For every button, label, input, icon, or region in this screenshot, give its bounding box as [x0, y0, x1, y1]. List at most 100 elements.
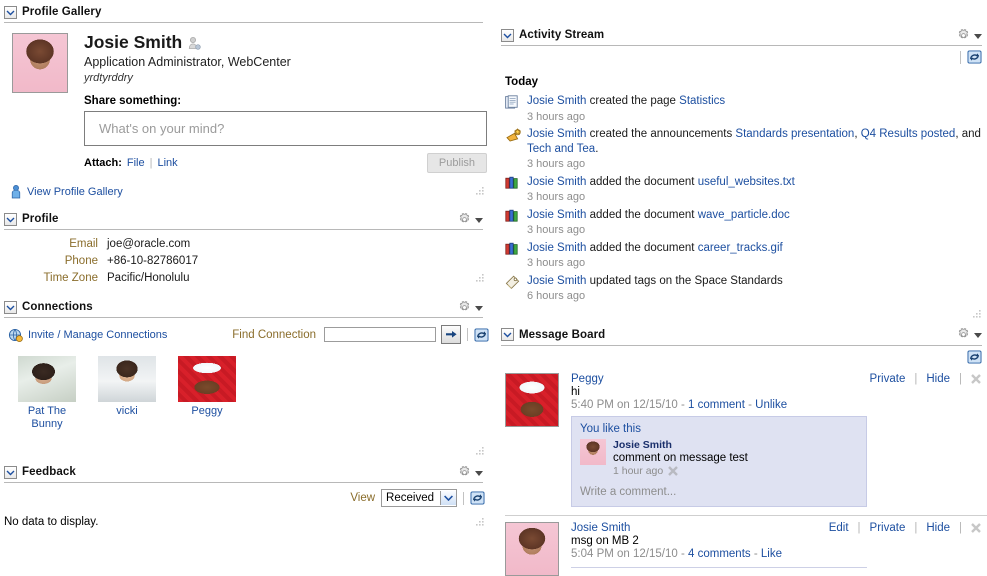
message-edit-link[interactable]: Edit: [829, 522, 849, 534]
publish-button[interactable]: Publish: [426, 153, 487, 174]
activity-object-link[interactable]: wave_particle.doc: [698, 209, 790, 221]
refresh-icon[interactable]: [474, 328, 489, 342]
activity-actor-link[interactable]: Josie Smith: [527, 242, 586, 254]
chevron-down-icon[interactable]: [475, 217, 483, 223]
connection-thumbnail[interactable]: [178, 356, 236, 403]
avatar[interactable]: [580, 438, 606, 465]
resize-grip[interactable]: [970, 309, 982, 320]
connection-name[interactable]: Peggy: [178, 405, 236, 418]
collapse-toggle-connections[interactable]: [4, 300, 17, 314]
activity-time: 3 hours ago: [527, 191, 586, 203]
attach-link-link[interactable]: Link: [157, 157, 177, 169]
invite-manage-connections-link[interactable]: Invite / Manage Connections: [28, 329, 167, 341]
message-private-link[interactable]: Private: [870, 522, 906, 534]
activity-object-link[interactable]: Statistics: [679, 95, 725, 107]
message-author[interactable]: Josie Smith: [571, 522, 782, 534]
message-hide-link[interactable]: Hide: [926, 373, 950, 385]
collapse-toggle-activity-stream[interactable]: [501, 28, 514, 42]
activity-object-link[interactable]: Q4 Results posted: [861, 128, 956, 140]
gear-icon[interactable]: [458, 212, 471, 226]
connection-name[interactable]: vicki: [98, 405, 156, 418]
refresh-icon[interactable]: [470, 491, 485, 505]
activity-text: Josie Smith created the announcements St…: [523, 127, 987, 172]
feedback-view-select[interactable]: Received: [381, 489, 457, 508]
message-hide-link[interactable]: Hide: [926, 522, 950, 534]
close-icon[interactable]: [668, 465, 679, 476]
connection-thumbnail[interactable]: [98, 356, 156, 403]
share-placeholder: What's on your mind?: [99, 121, 225, 137]
gear-icon[interactable]: [458, 300, 471, 314]
view-profile-gallery-link[interactable]: View Profile Gallery: [27, 186, 123, 198]
activity-actor-link[interactable]: Josie Smith: [527, 209, 586, 221]
announcement-icon: [505, 127, 523, 172]
activity-text: Josie Smith added the document career_tr…: [523, 241, 783, 271]
close-icon[interactable]: [971, 522, 981, 533]
gear-icon[interactable]: [458, 465, 471, 479]
activity-object-link[interactable]: Standards presentation: [735, 128, 854, 140]
chevron-down-icon[interactable]: [974, 33, 982, 39]
message-comments-link[interactable]: 1 comment: [688, 399, 745, 411]
message-private-link[interactable]: Private: [870, 373, 906, 385]
message-author[interactable]: Peggy: [571, 373, 787, 385]
divider: |: [959, 372, 962, 385]
resize-grip[interactable]: [473, 274, 485, 284]
section-title-feedback: Feedback: [22, 466, 76, 479]
activity-actor-link[interactable]: Josie Smith: [527, 95, 586, 107]
connection-name[interactable]: Pat The Bunny: [18, 405, 76, 431]
refresh-icon[interactable]: [967, 349, 982, 364]
list-item: Josie Smith added the document wave_part…: [505, 205, 987, 238]
attach-file-link[interactable]: File: [127, 157, 145, 169]
activity-object-link[interactable]: Tech and Tea: [527, 143, 595, 155]
activity-text-before: added the document: [586, 208, 698, 221]
feedback-view-value: Received: [386, 492, 434, 505]
invite-manage-connections[interactable]: Invite / Manage Connections: [8, 328, 167, 342]
message-like-link[interactable]: Unlike: [755, 399, 787, 411]
avatar[interactable]: [505, 521, 559, 576]
presence-icon[interactable]: [188, 36, 201, 50]
section-actions-connections: [458, 300, 483, 314]
share-input[interactable]: What's on your mind?: [84, 111, 487, 147]
find-connection-input[interactable]: [324, 327, 436, 343]
collapse-toggle-feedback[interactable]: [4, 465, 17, 479]
list-item[interactable]: vicki: [98, 356, 156, 431]
activity-actor-link[interactable]: Josie Smith: [527, 176, 586, 188]
section-title-activity-stream: Activity Stream: [519, 29, 605, 41]
chevron-down-icon[interactable]: [974, 333, 982, 338]
activity-text: Josie Smith created the page Statistics …: [523, 94, 725, 124]
close-icon[interactable]: [971, 373, 981, 384]
activity-time: 3 hours ago: [527, 110, 586, 123]
collapse-toggle-profile[interactable]: [4, 212, 17, 226]
gear-icon[interactable]: [957, 328, 970, 341]
activity-actor-link[interactable]: Josie Smith: [527, 128, 586, 140]
activity-object-link[interactable]: career_tracks.gif: [698, 242, 783, 254]
refresh-icon[interactable]: [967, 50, 982, 64]
comment-author[interactable]: Josie Smith: [613, 439, 748, 451]
list-item[interactable]: Peggy: [178, 356, 236, 431]
connection-thumbnail[interactable]: [18, 356, 76, 403]
resize-grip[interactable]: [473, 518, 485, 528]
write-comment-input[interactable]: Write a comment...: [580, 486, 858, 498]
activity-object-link[interactable]: useful_websites.txt: [698, 176, 795, 188]
activity-text: Josie Smith added the document useful_we…: [523, 175, 795, 205]
resize-grip[interactable]: [473, 187, 485, 197]
document-icon: [505, 208, 523, 238]
collapse-toggle-profile-gallery[interactable]: [4, 5, 17, 19]
chevron-down-icon[interactable]: [475, 470, 483, 476]
message-actions: Private | Hide |: [870, 373, 987, 385]
activity-text: Josie Smith updated tags on the Space St…: [523, 274, 783, 304]
collapse-toggle-message-board[interactable]: [501, 328, 514, 341]
right-column: Activity Stream Today Josie Smith create…: [497, 0, 987, 576]
find-connection-go-button[interactable]: [441, 325, 461, 345]
divider: [463, 491, 464, 505]
chevron-down-icon[interactable]: [440, 491, 456, 506]
list-item[interactable]: Pat The Bunny: [18, 356, 76, 431]
avatar[interactable]: [505, 372, 559, 427]
activity-actor-link[interactable]: Josie Smith: [527, 275, 586, 287]
resize-grip[interactable]: [473, 447, 485, 457]
profile-row-label: Email: [69, 238, 98, 251]
feedback-view-label: View: [350, 492, 376, 505]
profile-summary: Josie Smith Application Administrator, W…: [84, 32, 489, 174]
section-title-connections: Connections: [22, 301, 93, 314]
chevron-down-icon[interactable]: [475, 305, 483, 311]
gear-icon[interactable]: [957, 28, 970, 42]
